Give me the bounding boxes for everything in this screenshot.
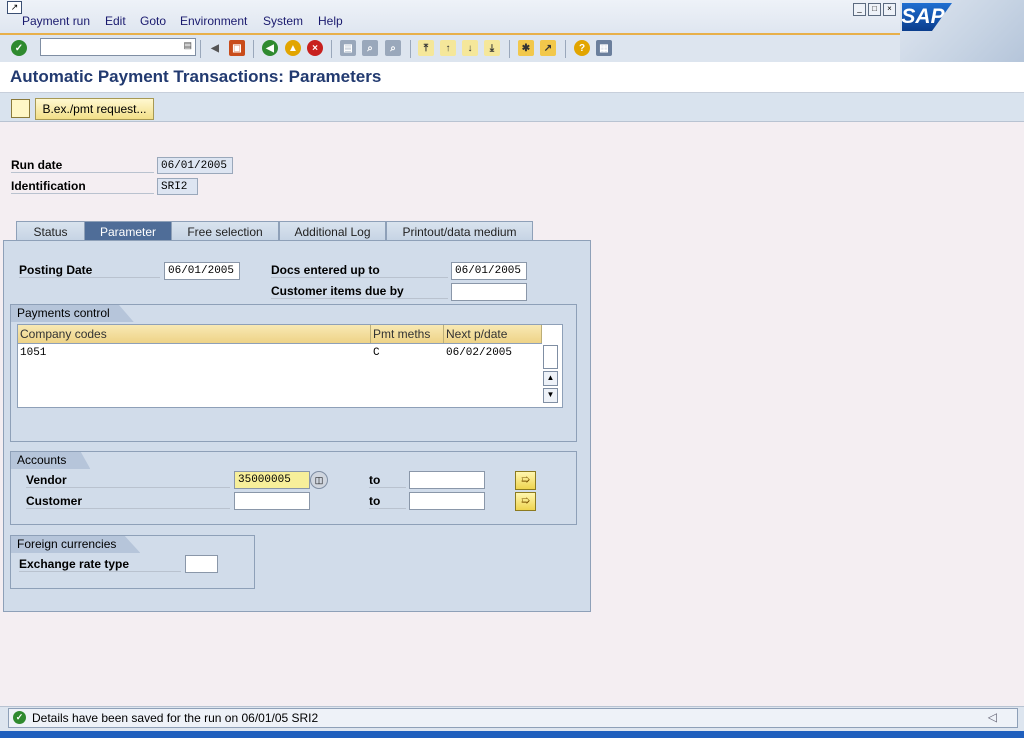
status-expand-icon[interactable]: ◁ (988, 710, 997, 724)
foreign-currencies-title: Foreign currencies (11, 536, 141, 553)
tab-printout-data-medium[interactable]: Printout/data medium (386, 221, 533, 241)
create-session-icon[interactable]: ✱ (518, 40, 534, 56)
column-header-next-date[interactable]: Next p/date (444, 325, 542, 343)
docs-entered-input[interactable]: 06/01/2005 (451, 262, 527, 280)
minimize-icon[interactable]: _ (853, 3, 866, 16)
posting-date-input[interactable]: 06/01/2005 (164, 262, 240, 280)
sap-logo-area: SAP (900, 0, 1024, 62)
next-page-icon[interactable]: ↓ (462, 40, 478, 56)
exit-icon[interactable]: ▲ (285, 40, 301, 56)
menu-system[interactable]: System (263, 14, 303, 28)
menu-payment-run[interactable]: Payment run (22, 14, 90, 28)
toolbar-separator (509, 40, 510, 58)
status-message: Details have been saved for the run on 0… (32, 711, 319, 725)
vendor-multiple-selection-arrow-icon[interactable]: ➯ (515, 471, 536, 490)
success-check-icon: ✓ (13, 711, 26, 724)
customer-to-label: to (369, 494, 406, 509)
vendor-to-input[interactable] (409, 471, 485, 489)
vendor-label: Vendor (26, 473, 230, 488)
command-field[interactable]: ▤ (40, 38, 196, 56)
menu-environment[interactable]: Environment (180, 14, 247, 28)
menu-edit[interactable]: Edit (105, 14, 126, 28)
bex-payment-request-button[interactable]: B.ex./pmt request... (35, 98, 154, 120)
exchange-rate-type-input[interactable] (185, 555, 218, 573)
cancel-icon[interactable]: × (307, 40, 323, 56)
status-message-area[interactable]: ✓ Details have been saved for the run on… (8, 708, 1018, 728)
prev-page-icon[interactable]: ↑ (440, 40, 456, 56)
vendor-to-label: to (369, 473, 406, 488)
sap-logo: SAP (902, 3, 952, 31)
menu-bar: ↗ Payment run Edit Goto Environment Syst… (0, 0, 1024, 34)
close-window-icon[interactable]: × (883, 3, 896, 16)
column-header-company-codes[interactable]: Company codes (18, 325, 371, 343)
scroll-down-icon[interactable]: ▼ (543, 388, 558, 403)
tab-free-selection[interactable]: Free selection (171, 221, 279, 241)
header-divider (18, 343, 542, 344)
help-icon[interactable]: ? (574, 40, 590, 56)
customer-label: Customer (26, 494, 230, 509)
identification-field: SRI2 (157, 178, 198, 195)
layout-icon[interactable]: ▦ (596, 40, 612, 56)
last-page-icon[interactable]: ⤓ (484, 40, 500, 56)
run-date-field: 06/01/2005 (157, 157, 233, 174)
print-icon[interactable]: ▤ (340, 40, 356, 56)
customer-from-input[interactable] (234, 492, 310, 510)
page-title: Automatic Payment Transactions: Paramete… (10, 67, 382, 86)
payments-control-table: Company codes Pmt meths Next p/date 1051… (17, 324, 563, 408)
tab-parameter[interactable]: Parameter (84, 221, 172, 241)
docs-entered-label: Docs entered up to (271, 263, 448, 278)
tab-additional-log[interactable]: Additional Log (279, 221, 386, 241)
maximize-icon[interactable]: □ (868, 3, 881, 16)
command-history-icon[interactable]: ▤ (183, 40, 192, 51)
toolbar-separator (565, 40, 566, 58)
multiple-selection-icon[interactable]: ◫ (310, 471, 328, 489)
proposal-list-icon[interactable] (11, 99, 30, 118)
window-bottom-bar (0, 731, 1024, 738)
customer-multiple-selection-arrow-icon[interactable]: ➯ (515, 492, 536, 511)
system-menu-icon[interactable]: ↗ (7, 1, 22, 14)
column-header-pmt-meths[interactable]: Pmt meths (371, 325, 444, 343)
menu-goto[interactable]: Goto (140, 14, 166, 28)
run-date-label: Run date (11, 158, 154, 173)
customer-items-input[interactable] (451, 283, 527, 301)
identification-label: Identification (11, 179, 154, 194)
toolbar-separator (200, 40, 201, 58)
exchange-rate-type-label: Exchange rate type (19, 557, 181, 572)
collapse-icon[interactable]: ◀ (207, 40, 223, 56)
shortcut-icon[interactable]: ↗ (540, 40, 556, 56)
vendor-from-input[interactable]: 35000005 (234, 471, 310, 489)
table-cell-next-date[interactable]: 06/02/2005 (446, 347, 512, 359)
enter-icon[interactable]: ✓ (11, 40, 27, 56)
customer-to-input[interactable] (409, 492, 485, 510)
find-icon[interactable]: ⌕ (362, 40, 378, 56)
table-cell-pmt-meths[interactable]: C (373, 347, 380, 359)
find-next-icon[interactable]: ⌕ (385, 40, 401, 56)
posting-date-label: Posting Date (19, 263, 160, 278)
tab-status[interactable]: Status (16, 221, 85, 241)
accounts-title: Accounts (11, 452, 91, 469)
save-icon[interactable]: ▣ (229, 40, 245, 56)
customer-items-label: Customer items due by (271, 284, 448, 299)
scrollbar-thumb[interactable] (543, 345, 558, 369)
back-icon[interactable]: ◀ (262, 40, 278, 56)
scroll-up-icon[interactable]: ▲ (543, 371, 558, 386)
payments-control-title: Payments control (11, 305, 134, 322)
toolbar-separator (410, 40, 411, 58)
menu-help[interactable]: Help (318, 14, 343, 28)
table-cell-company-code[interactable]: 1051 (20, 347, 46, 359)
first-page-icon[interactable]: ⤒ (418, 40, 434, 56)
toolbar-separator (331, 40, 332, 58)
toolbar-separator (253, 40, 254, 58)
